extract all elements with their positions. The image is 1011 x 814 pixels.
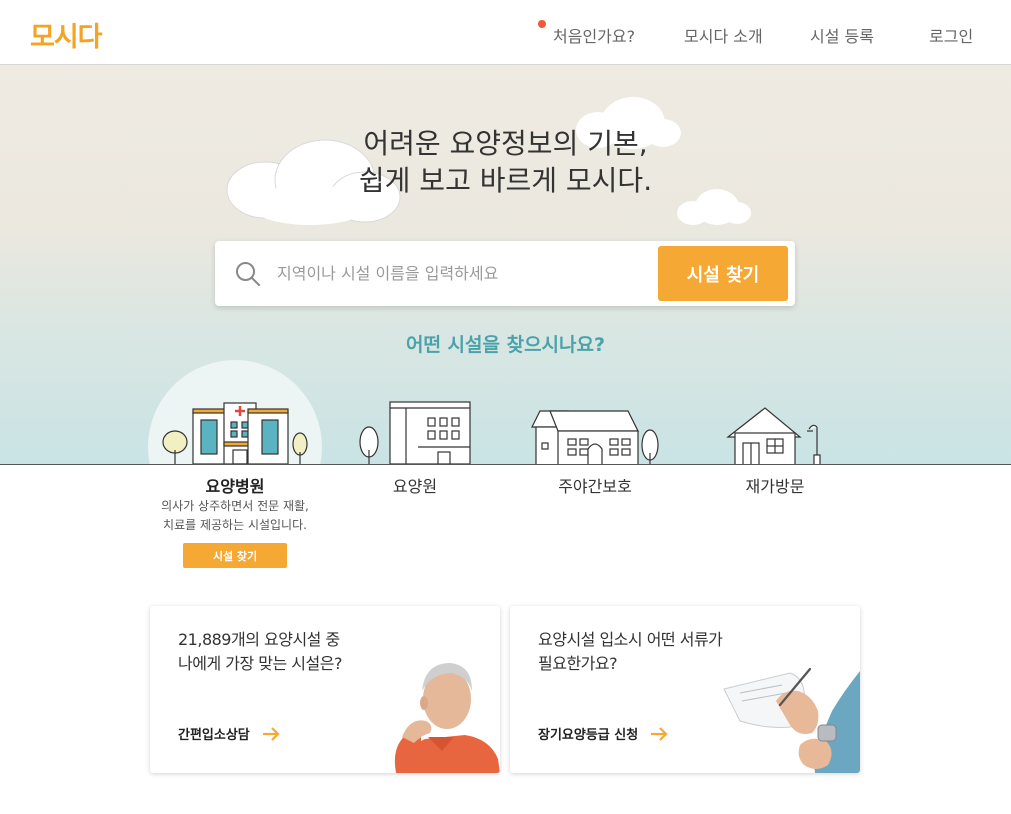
grade-card-title-line1: 요양시설 입소시 어떤 서류가 [538, 630, 723, 649]
hero-section: 어려운 요양정보의 기본, 쉽게 보고 바르게 모시다. 시설 찾기 어떤 시설… [0, 65, 1011, 465]
search-input[interactable] [277, 258, 647, 288]
category-find-button[interactable]: 시설 찾기 [183, 543, 287, 568]
consult-card[interactable]: 21,889개의 요양시설 중 나에게 가장 맞는 시설은? 간편입소상담 [150, 606, 500, 773]
grade-card[interactable]: 요양시설 입소시 어떤 서류가 필요한가요? 장기요양등급 신청 [510, 606, 860, 773]
nav-first-time-label: 처음인가요? [553, 27, 636, 46]
category-nursing-home[interactable]: 요양원 [325, 473, 505, 497]
category-description-line1: 의사가 상주하면서 전문 재활, [161, 499, 309, 513]
nav-login[interactable]: 로그인 [929, 23, 973, 47]
category-day-care[interactable]: 주야간보호 [505, 473, 685, 497]
category-description-line2: 치료를 제공하는 시설입니다. [163, 518, 307, 532]
grade-link-label: 장기요양등급 신청 [538, 728, 639, 743]
day-care-icon[interactable] [528, 405, 663, 465]
nursing-home-icon[interactable] [358, 400, 473, 465]
elderly-man-image [394, 663, 500, 773]
grade-card-title: 요양시설 입소시 어떤 서류가 필요한가요? [538, 628, 723, 676]
consult-card-title: 21,889개의 요양시설 중 나에게 가장 맞는 시설은? [178, 628, 342, 676]
hospital-icon[interactable] [158, 400, 313, 465]
nav-about[interactable]: 모시다 소개 [684, 23, 763, 47]
category-home-visit[interactable]: 재가방문 [685, 473, 865, 497]
facility-question: 어떤 시설을 찾으시나요? [405, 334, 606, 356]
home-visit-icon[interactable] [725, 405, 825, 465]
clipboard-writing-image [723, 667, 860, 773]
hero-title-line2: 쉽게 보고 바르게 모시다. [358, 164, 653, 197]
search-icon [236, 262, 260, 286]
nav-register[interactable]: 시설 등록 [810, 23, 874, 47]
consult-card-title-line2: 나에게 가장 맞는 시설은? [178, 654, 342, 673]
notice-dot [538, 20, 546, 28]
grade-link[interactable]: 장기요양등급 신청 [538, 724, 668, 743]
header: 모시다 처음인가요? 모시다 소개 시설 등록 로그인 [0, 0, 1011, 65]
arrow-right-icon [651, 726, 668, 741]
arrow-right-icon [262, 726, 280, 741]
hero-title-line1: 어려운 요양정보의 기본, [363, 127, 648, 160]
category-nursing-hospital[interactable]: 요양병원 [145, 473, 325, 497]
search-button[interactable]: 시설 찾기 [658, 246, 788, 301]
nav-first-time[interactable]: 처음인가요? [538, 20, 636, 47]
search-box: 시설 찾기 [215, 241, 795, 306]
category-description: 의사가 상주하면서 전문 재활, 치료를 제공하는 시설입니다. [145, 497, 325, 535]
logo[interactable]: 모시다 [30, 15, 103, 54]
consult-card-title-line1: 21,889개의 요양시설 중 [178, 630, 340, 649]
consult-link-label: 간편입소상담 [178, 728, 250, 743]
consult-link[interactable]: 간편입소상담 [178, 724, 280, 743]
grade-card-title-line2: 필요한가요? [538, 654, 618, 673]
